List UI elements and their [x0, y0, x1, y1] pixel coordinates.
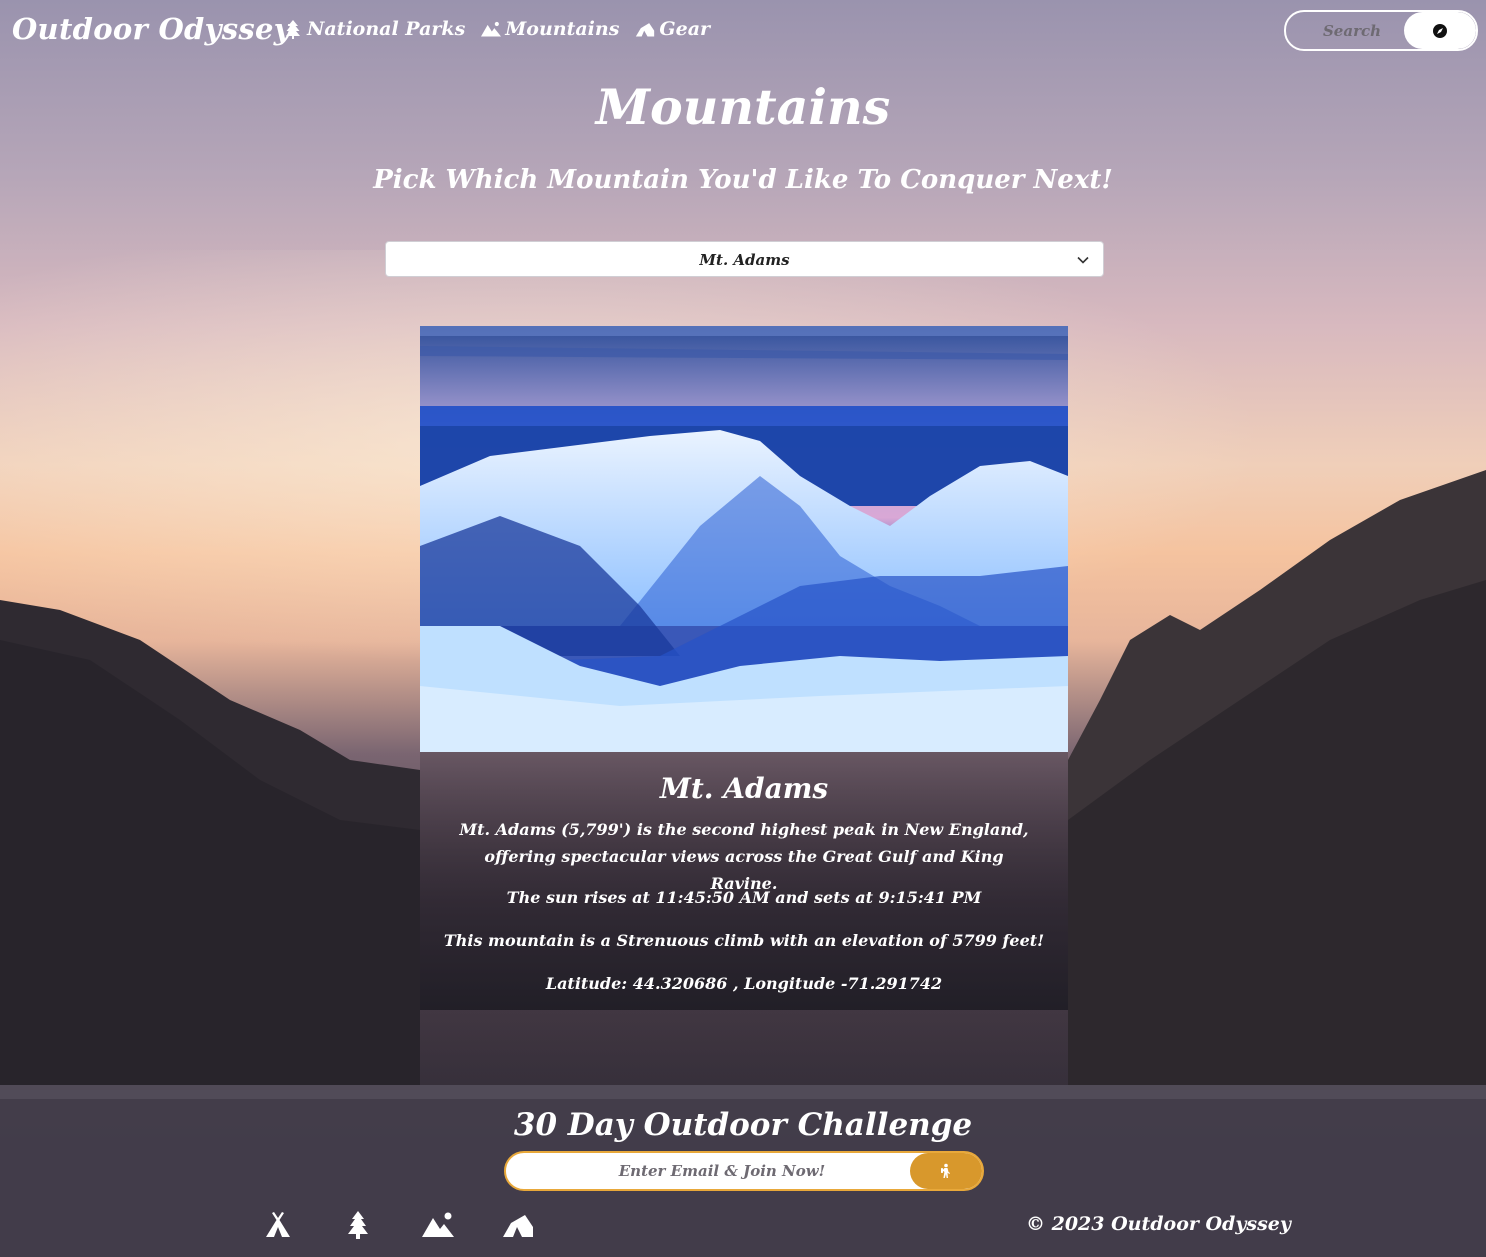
tent-icon — [636, 23, 655, 37]
nav-link-mountains[interactable]: Mountains — [481, 18, 619, 40]
mountain-select[interactable]: Mt. Adams — [385, 241, 1104, 277]
tree-icon[interactable] — [342, 1209, 374, 1241]
nav-link-gear[interactable]: Gear — [635, 18, 710, 40]
mountain-card-body: Mt. Adams Mt. Adams (5,799') is the seco… — [420, 752, 1068, 1010]
nav-link-label: Gear — [659, 18, 711, 40]
nav-link-label: Mountains — [505, 18, 620, 40]
email-signup — [504, 1151, 984, 1191]
campfire-tent-icon[interactable] — [262, 1209, 294, 1241]
page-title: Mountains — [595, 78, 891, 136]
footer-icon-links — [262, 1209, 534, 1241]
mountain-photo — [420, 326, 1068, 752]
email-input[interactable] — [506, 1153, 912, 1189]
challenge-title: 30 Day Outdoor Challenge — [513, 1107, 973, 1143]
mountain-select-value: Mt. Adams — [699, 251, 790, 269]
brand-logo[interactable]: Outdoor Odyssey — [12, 12, 291, 46]
mountain-description: Mt. Adams (5,799') is the second highest… — [459, 820, 1029, 893]
nav-link-national-parks[interactable]: National Parks — [283, 18, 465, 40]
tent-icon[interactable] — [502, 1209, 534, 1241]
nav-links: National Parks Mountains Gear — [283, 18, 710, 40]
compass-icon — [1433, 23, 1447, 38]
mountain-card: Mt. Adams Mt. Adams (5,799') is the seco… — [420, 326, 1068, 1010]
mountain-icon — [481, 21, 502, 37]
chevron-down-icon — [1077, 256, 1089, 264]
coordinates: Latitude: 44.320686 , Longitude -71.2917… — [545, 974, 943, 993]
search-bar — [1284, 10, 1478, 51]
search-input[interactable] — [1286, 12, 1404, 49]
hiker-icon — [941, 1163, 950, 1178]
difficulty-elevation: This mountain is a Strenuous climb with … — [443, 931, 1045, 950]
search-button[interactable] — [1404, 12, 1476, 49]
mountain-name: Mt. Adams — [659, 772, 829, 805]
sun-times: The sun rises at 11:45:50 AM and sets at… — [506, 888, 982, 907]
mountain-icon[interactable] — [422, 1209, 454, 1241]
page-subtitle: Pick Which Mountain You'd Like To Conque… — [373, 165, 1113, 195]
top-navbar: Outdoor Odyssey National Parks Mountains… — [0, 0, 1486, 64]
copyright-text: © 2023 Outdoor Odyssey — [1026, 1213, 1291, 1235]
join-button[interactable] — [910, 1153, 982, 1189]
nav-link-label: National Parks — [307, 18, 466, 40]
tree-icon — [286, 20, 300, 39]
